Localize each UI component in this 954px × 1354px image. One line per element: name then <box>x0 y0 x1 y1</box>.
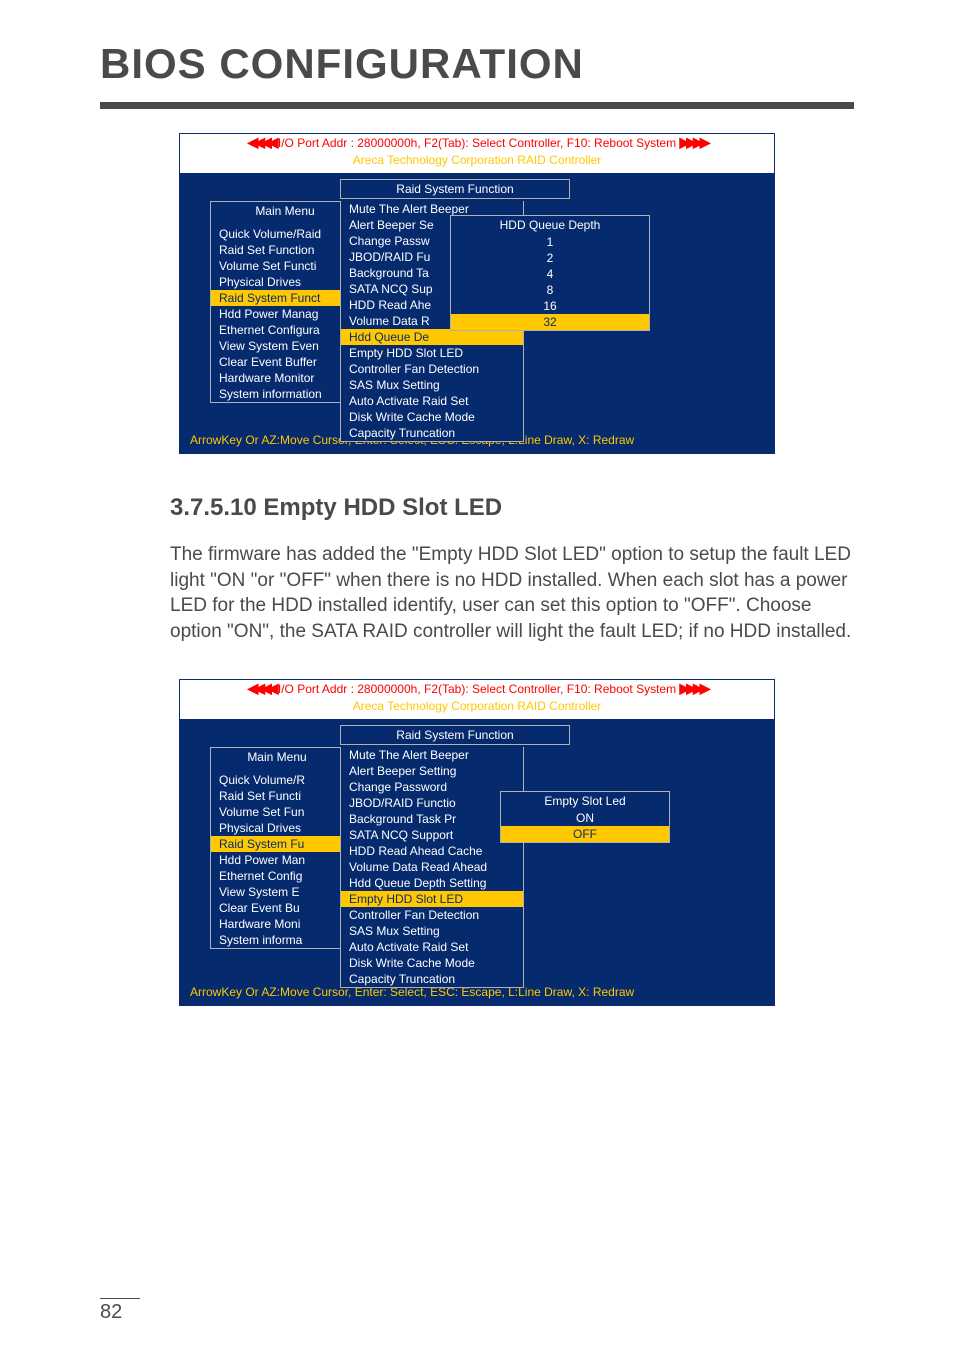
arrow-left-icon: ◀◀◀◀ <box>247 134 274 151</box>
func-item[interactable]: Volume Data Read Ahead <box>341 859 523 875</box>
raid-function-title: Raid System Function <box>341 180 569 198</box>
bios-screenshot-1: ◀◀◀◀ I/O Port Addr : 28000000h, F2(Tab):… <box>179 133 775 454</box>
popup-option[interactable]: 2 <box>451 250 649 266</box>
main-menu-panel: Main Menu Quick Volume/Raid Raid Set Fun… <box>210 201 360 403</box>
menu-item[interactable]: System informa <box>211 932 343 948</box>
menu-item[interactable]: Hardware Moni <box>211 916 343 932</box>
section-body: The firmware has added the "Empty HDD Sl… <box>170 542 854 645</box>
menu-item[interactable]: System information <box>211 386 359 402</box>
popup-empty-slot-led: Empty Slot Led ON OFF <box>500 791 670 843</box>
menu-item[interactable]: Hardware Monitor <box>211 370 359 386</box>
raid-function-title-panel: Raid System Function <box>340 725 570 745</box>
func-item[interactable]: SAS Mux Setting <box>341 923 523 939</box>
func-item[interactable]: Hdd Queue Depth Setting <box>341 875 523 891</box>
main-menu-title: Main Menu <box>211 202 359 220</box>
bios-subheader: Areca Technology Corporation RAID Contro… <box>180 699 774 719</box>
bios-body: Raid System Function Main Menu Quick Vol… <box>180 173 774 429</box>
main-menu-title: Main Menu <box>211 748 343 766</box>
func-item[interactable]: Auto Activate Raid Set <box>341 939 523 955</box>
menu-item[interactable]: Ethernet Configura <box>211 322 359 338</box>
popup-hdd-queue-depth: HDD Queue Depth 1 2 4 8 16 32 <box>450 215 650 331</box>
raid-function-title-panel: Raid System Function <box>340 179 570 199</box>
menu-item[interactable]: Quick Volume/R <box>211 772 343 788</box>
popup-title: Empty Slot Led <box>501 792 669 810</box>
menu-item[interactable]: Physical Drives <box>211 820 343 836</box>
func-item[interactable]: Disk Write Cache Mode <box>341 409 523 425</box>
menu-item[interactable]: Hdd Power Man <box>211 852 343 868</box>
popup-title: HDD Queue Depth <box>451 216 649 234</box>
popup-option[interactable]: ON <box>501 810 669 826</box>
func-item[interactable]: JBOD/RAID Functio <box>341 795 523 811</box>
popup-option[interactable]: 16 <box>451 298 649 314</box>
menu-item-selected[interactable]: Raid System Fu <box>211 836 343 852</box>
func-item[interactable]: Auto Activate Raid Set <box>341 393 523 409</box>
popup-option[interactable]: 8 <box>451 282 649 298</box>
menu-item[interactable]: Raid Set Functi <box>211 788 343 804</box>
menu-item[interactable]: Ethernet Config <box>211 868 343 884</box>
page-title: BIOS CONFIGURATION <box>100 40 854 98</box>
arrow-left-icon: ◀◀◀◀ <box>247 680 274 697</box>
function-list-panel: Mute The Alert Beeper Alert Beeper Setti… <box>340 747 524 988</box>
func-item[interactable]: Controller Fan Detection <box>341 907 523 923</box>
bios-header: ◀◀◀◀ I/O Port Addr : 28000000h, F2(Tab):… <box>180 680 774 699</box>
bios-header: ◀◀◀◀ I/O Port Addr : 28000000h, F2(Tab):… <box>180 134 774 153</box>
menu-item[interactable]: Physical Drives <box>211 274 359 290</box>
bios-screenshot-2: ◀◀◀◀ I/O Port Addr : 28000000h, F2(Tab):… <box>179 679 775 1006</box>
main-menu-panel: Main Menu Quick Volume/R Raid Set Functi… <box>210 747 344 949</box>
func-item[interactable]: Change Password <box>341 779 523 795</box>
menu-item[interactable]: Quick Volume/Raid <box>211 226 359 242</box>
raid-function-title: Raid System Function <box>341 726 569 744</box>
title-rule-thin <box>100 108 854 109</box>
popup-option[interactable]: 1 <box>451 234 649 250</box>
func-item[interactable]: SAS Mux Setting <box>341 377 523 393</box>
func-item[interactable]: Empty HDD Slot LED <box>341 345 523 361</box>
menu-item[interactable]: Volume Set Fun <box>211 804 343 820</box>
section-title: Empty HDD Slot LED <box>263 494 502 521</box>
func-item[interactable]: HDD Read Ahead Cache <box>341 843 523 859</box>
func-item[interactable]: Alert Beeper Setting <box>341 763 523 779</box>
popup-option[interactable]: 4 <box>451 266 649 282</box>
bios-body: Raid System Function Main Menu Quick Vol… <box>180 719 774 981</box>
func-item[interactable]: Controller Fan Detection <box>341 361 523 377</box>
func-item[interactable]: Background Task Pr <box>341 811 523 827</box>
func-item-selected[interactable]: Empty HDD Slot LED <box>341 891 523 907</box>
func-item[interactable]: Capacity Truncation <box>341 971 523 987</box>
page-number: 82 <box>100 1298 140 1324</box>
section-number: 3.7.5.10 <box>170 494 257 521</box>
func-item[interactable]: Disk Write Cache Mode <box>341 955 523 971</box>
menu-item[interactable]: Hdd Power Manag <box>211 306 359 322</box>
bios-subheader: Areca Technology Corporation RAID Contro… <box>180 153 774 173</box>
menu-item[interactable]: View System E <box>211 884 343 900</box>
menu-item[interactable]: Raid Set Function <box>211 242 359 258</box>
menu-item[interactable]: Volume Set Functi <box>211 258 359 274</box>
bios-header-text: I/O Port Addr : 28000000h, F2(Tab): Sele… <box>278 682 676 696</box>
func-item[interactable]: Mute The Alert Beeper <box>341 747 523 763</box>
arrow-right-icon: ▶▶▶▶ <box>679 680 706 697</box>
func-item[interactable]: SATA NCQ Support <box>341 827 523 843</box>
menu-item[interactable]: Clear Event Buffer <box>211 354 359 370</box>
menu-item-selected[interactable]: Raid System Funct <box>211 290 359 306</box>
bios-header-text: I/O Port Addr : 28000000h, F2(Tab): Sele… <box>278 136 676 150</box>
menu-item[interactable]: View System Even <box>211 338 359 354</box>
popup-option-selected[interactable]: OFF <box>501 826 669 842</box>
section-heading: 3.7.5.10 Empty HDD Slot LED <box>170 494 854 522</box>
menu-item[interactable]: Clear Event Bu <box>211 900 343 916</box>
func-item-selected[interactable]: Hdd Queue De <box>341 329 523 345</box>
func-item[interactable]: Capacity Truncation <box>341 425 523 441</box>
arrow-right-icon: ▶▶▶▶ <box>679 134 706 151</box>
popup-option-selected[interactable]: 32 <box>451 314 649 330</box>
